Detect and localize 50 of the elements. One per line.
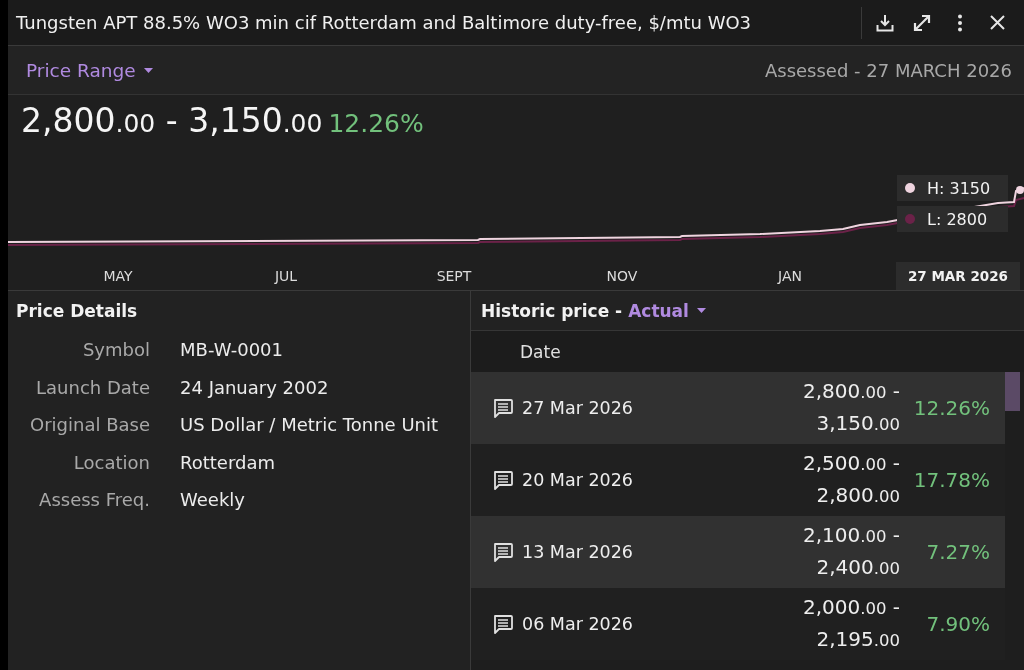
table-cell-text: 2,500.00 - 2,800.00	[802, 450, 900, 509]
column-header: Date	[520, 341, 561, 362]
field-label: Symbol	[82, 339, 150, 361]
axis-label: MAY	[102, 268, 134, 284]
axis-label: SEPT	[435, 268, 473, 284]
download-icon[interactable]	[875, 13, 894, 32]
axis-label: JUL	[273, 268, 299, 284]
field-label: Original Base	[30, 414, 150, 436]
more-icon[interactable]	[956, 13, 963, 32]
assessed-date: Assessed - 27 MARCH 2026	[764, 59, 1012, 81]
current-date-label: 27 MAR 2026	[895, 262, 1020, 290]
panel-title: Historic price -	[481, 300, 623, 321]
field-value: Rotterdam	[180, 451, 275, 473]
table-cell: 27 Mar 2026	[522, 398, 633, 418]
panel-title: Price Details	[16, 301, 139, 323]
field-label: Launch Date	[36, 376, 150, 398]
change-percent: 12.26%	[328, 109, 424, 138]
close-icon[interactable]	[989, 15, 1005, 30]
axis-label: JAN	[776, 268, 803, 284]
table-cell-text: 2,100.00 - 2,400.00	[802, 522, 900, 581]
field-value: MB-W-0001	[180, 339, 284, 361]
field-value: Weekly	[180, 489, 245, 511]
field-value: US Dollar / Metric Tonne Unit	[180, 414, 439, 436]
mode-dropdown[interactable]: Actual	[628, 300, 706, 321]
field-label: Assess Freq.	[39, 489, 150, 511]
table-cell: 20 Mar 2026	[522, 470, 633, 490]
message-icon[interactable]	[493, 614, 513, 634]
field-label: Location	[73, 451, 150, 473]
field-value: 24 January 2002	[180, 376, 329, 398]
expand-icon[interactable]	[913, 13, 932, 32]
table-cell-text: 12.26%	[912, 396, 990, 420]
axis-label: NOV	[605, 268, 639, 284]
table-cell: 06 Mar 2026	[522, 614, 633, 634]
table-row[interactable]: 27 Mar 2026 2,800.00 - 3,150.00 12.26%	[471, 372, 1005, 444]
message-icon[interactable]	[493, 398, 513, 418]
table-cell-text: 2,000.00 - 2,195.00	[802, 594, 900, 653]
scrollbar[interactable]	[1005, 372, 1020, 411]
view-dropdown[interactable]: Price Range	[26, 59, 153, 81]
message-icon[interactable]	[493, 542, 513, 562]
window-title: Tungsten APT 88.5% WO3 min cif Rotterdam and Baltimore duty-free, $/mtu WO3	[16, 12, 752, 33]
table-cell: 13 Mar 2026	[522, 542, 633, 562]
price-range-value: 2,800.00 - 3,150.00	[21, 101, 323, 140]
message-icon[interactable]	[493, 470, 513, 490]
caret-icon[interactable]	[143, 67, 153, 73]
caret-icon[interactable]	[696, 308, 706, 313]
table-row[interactable]: 13 Mar 2026 2,100.00 - 2,400.00 7.27%	[471, 516, 1005, 588]
table-cell-text: 7.27%	[925, 540, 990, 564]
table-cell-text: 17.78%	[912, 468, 990, 492]
table-cell-text: 2,800.00 - 3,150.00	[802, 378, 900, 437]
table-cell-text: 7.90%	[925, 612, 990, 636]
